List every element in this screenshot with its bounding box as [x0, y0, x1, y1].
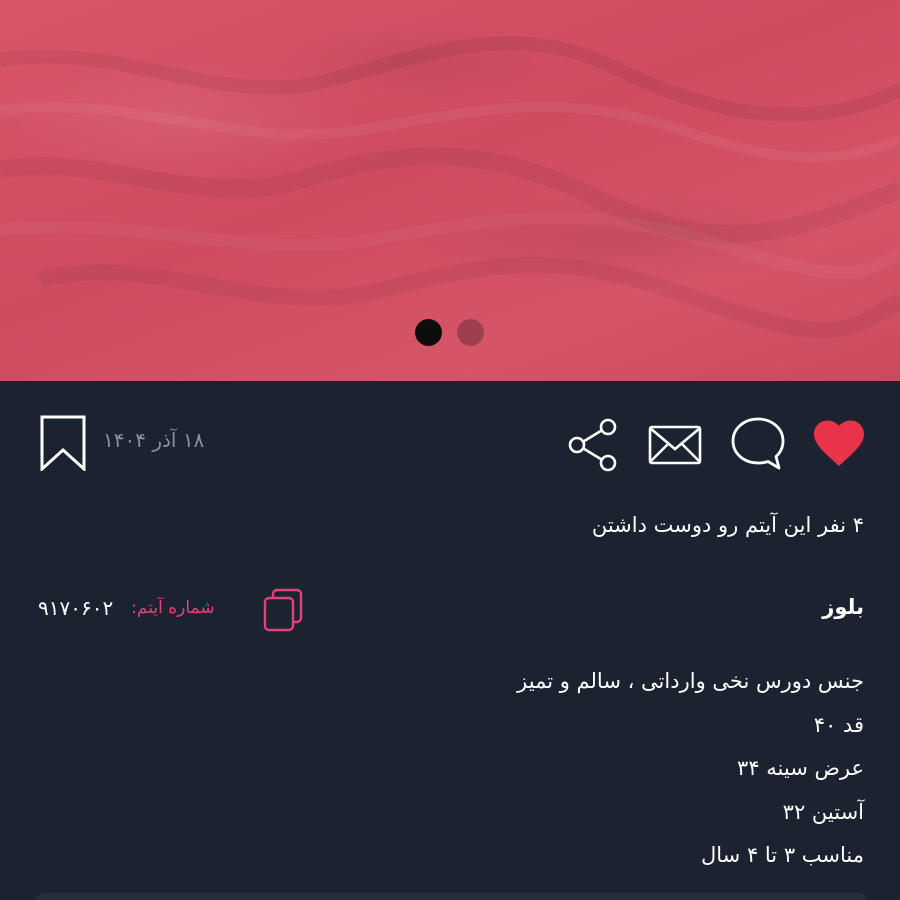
item-title: بلوز: [822, 595, 864, 619]
description-line: جنس دورس نخی وارداتی ، سالم و تمیز: [517, 669, 864, 693]
item-number-label: شماره آیتم:: [131, 598, 215, 618]
description-line: قد ۴۰: [813, 712, 864, 737]
carousel-dot[interactable]: [457, 319, 484, 346]
description-line: عرض سینه ۳۴: [737, 756, 864, 780]
envelope-icon[interactable]: [648, 425, 702, 465]
description-line: آستین ۳۲: [782, 799, 864, 824]
product-image-carousel[interactable]: [0, 0, 900, 381]
likes-count-text[interactable]: ۴ نفر این آیتم رو دوست داشتن: [592, 513, 864, 537]
carousel-dot-active[interactable]: [415, 319, 442, 346]
item-number: ۹۱۷۰۶۰۲ شماره آیتم:: [38, 596, 215, 620]
bookmark-icon[interactable]: [40, 415, 86, 471]
description-line: مناسب ۳ تا ۴ سال: [701, 843, 864, 867]
share-icon[interactable]: [567, 418, 621, 472]
item-number-value: ۹۱۷۰۶۰۲: [38, 596, 114, 620]
next-card-edge: [36, 893, 866, 900]
item-description: جنس دورس نخی وارداتی ، سالم و تمیز قد ۴۰…: [517, 660, 864, 878]
speech-bubble-icon[interactable]: [730, 416, 786, 472]
post-date: ۱۸ آذر ۱۴۰۴: [103, 428, 205, 452]
heart-icon[interactable]: [812, 420, 866, 468]
copy-icon[interactable]: [262, 588, 304, 632]
carousel-indicator: [415, 319, 484, 346]
